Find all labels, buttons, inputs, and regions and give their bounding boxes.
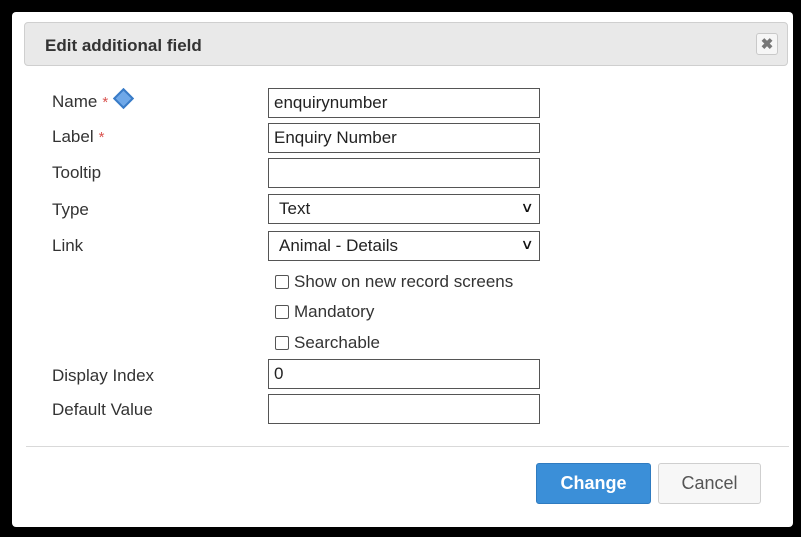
label-label: Label xyxy=(52,127,94,146)
checkbox-box[interactable] xyxy=(275,336,289,350)
checkbox-label: Searchable xyxy=(294,333,381,352)
name-input[interactable]: enquirynumber xyxy=(268,88,540,118)
type-select-value: Text xyxy=(279,199,311,218)
mandatory-checkbox[interactable]: Mandatory xyxy=(275,302,374,322)
close-icon: ✖ xyxy=(760,36,774,53)
cancel-button[interactable]: Cancel xyxy=(658,463,761,504)
type-label: Type xyxy=(52,200,89,219)
footer-divider xyxy=(26,446,789,447)
label-input[interactable]: Enquiry Number xyxy=(268,123,540,153)
checkbox-label: Show on new record screens xyxy=(294,272,514,291)
checkbox-box[interactable] xyxy=(275,275,289,289)
type-select[interactable]: Text ∨ xyxy=(268,194,540,224)
dialog-titlebar: Edit additional field ✖ xyxy=(24,22,788,66)
tooltip-label: Tooltip xyxy=(52,163,102,182)
default-value-label: Default Value xyxy=(52,400,153,419)
dialog-title: Edit additional field xyxy=(45,36,202,55)
default-value-input[interactable] xyxy=(268,394,540,424)
change-button[interactable]: Change xyxy=(536,463,651,504)
chevron-down-icon: ∨ xyxy=(520,236,534,252)
display-index-label: Display Index xyxy=(52,366,155,385)
help-diamond-icon[interactable] xyxy=(113,87,135,110)
name-label: Name xyxy=(52,92,98,111)
link-select-value: Animal - Details xyxy=(279,236,399,255)
chevron-down-icon: ∨ xyxy=(520,199,534,215)
display-index-input[interactable]: 0 xyxy=(268,359,540,389)
searchable-checkbox[interactable]: Searchable xyxy=(275,333,380,353)
checkbox-box[interactable] xyxy=(275,305,289,319)
close-button[interactable]: ✖ xyxy=(756,33,778,55)
name-label-row: Name * xyxy=(52,87,135,112)
link-select[interactable]: Animal - Details ∨ xyxy=(268,231,540,261)
show-on-new-record-checkbox[interactable]: Show on new record screens xyxy=(275,272,513,292)
checkbox-label: Mandatory xyxy=(294,302,375,321)
link-label: Link xyxy=(52,236,84,255)
tooltip-input[interactable] xyxy=(268,158,540,188)
label-label-row: Label * xyxy=(52,127,104,147)
required-asterisk: * xyxy=(102,94,109,111)
required-asterisk: * xyxy=(98,129,105,146)
edit-field-dialog: Edit additional field ✖ Name * enquirynum… xyxy=(12,12,793,527)
